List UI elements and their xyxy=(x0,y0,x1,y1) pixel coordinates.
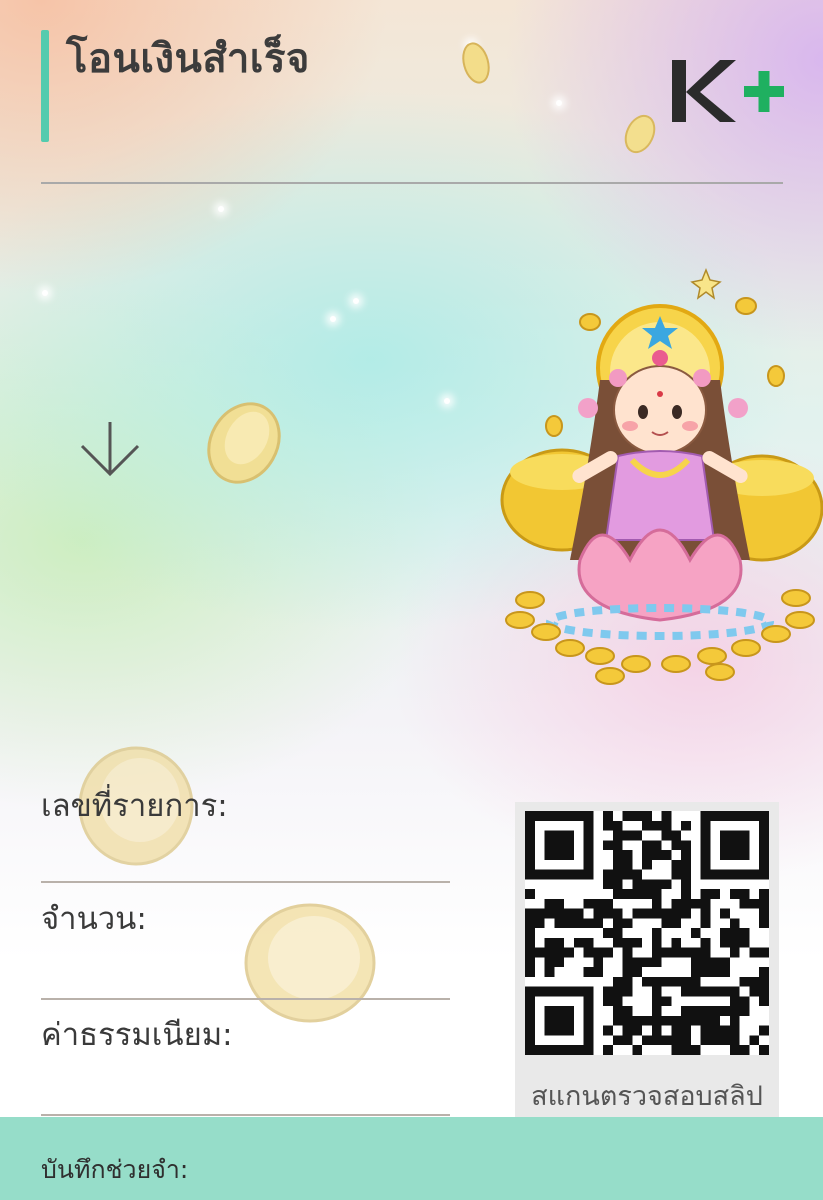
header-accent-bar xyxy=(41,30,49,142)
arrow-down-icon xyxy=(80,422,140,477)
qr-caption: สแกนตรวจสอบสลิป xyxy=(531,1081,763,1112)
sparkle xyxy=(42,290,48,296)
sparkle xyxy=(444,398,450,404)
qr-code-icon[interactable] xyxy=(525,808,769,1058)
amount-label: จำนวน: xyxy=(41,901,147,937)
gold-coin-icon xyxy=(462,42,490,84)
page-title: โอนเงินสำเร็จ xyxy=(66,36,310,82)
field-divider xyxy=(41,998,450,1000)
gold-coin-icon xyxy=(244,903,376,1023)
kplus-logo xyxy=(672,60,784,122)
fee-label: ค่าธรรมเนียม: xyxy=(41,1017,233,1053)
sparkle xyxy=(353,298,359,304)
goddess-illustration xyxy=(500,267,823,685)
gold-coin-icon xyxy=(624,114,656,154)
sparkle xyxy=(556,100,562,106)
memo-label: บันทึกช่วยจำ: xyxy=(41,1155,189,1184)
sparkle xyxy=(330,316,336,322)
gold-coin-icon xyxy=(207,402,281,484)
transaction-id-label: เลขที่รายการ: xyxy=(41,788,228,824)
header-divider xyxy=(41,182,783,184)
field-divider xyxy=(41,1114,450,1116)
sparkle xyxy=(218,206,224,212)
field-divider xyxy=(41,881,450,883)
